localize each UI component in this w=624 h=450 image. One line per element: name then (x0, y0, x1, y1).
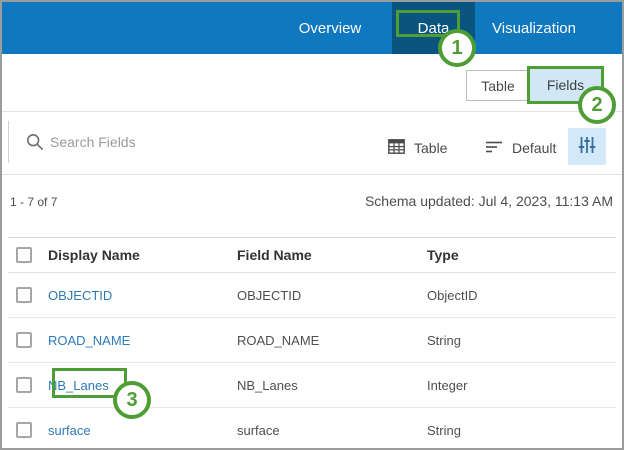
field-settings-button[interactable] (568, 128, 606, 165)
schema-updated-label: Schema updated: Jul 4, 2023, 11:13 AM (364, 193, 613, 209)
column-header-type: Type (427, 247, 459, 263)
search-left-rule (8, 121, 9, 163)
annotation-circle-1: 1 (438, 29, 476, 67)
field-display-name-link[interactable]: ROAD_NAME (48, 318, 130, 362)
field-name: NB_Lanes (237, 377, 298, 393)
field-name: ROAD_NAME (237, 332, 320, 348)
field-type: String (427, 332, 461, 348)
field-type: ObjectID (427, 287, 478, 303)
row-checkbox[interactable] (16, 332, 32, 348)
field-type: Integer (427, 377, 468, 393)
tab-visualization[interactable]: Visualization (475, 2, 593, 54)
field-display-name-link[interactable]: surface (48, 408, 91, 448)
field-name: OBJECTID (237, 287, 302, 303)
field-display-name-link[interactable]: OBJECTID (48, 273, 112, 317)
toggle-table-view[interactable]: Table (466, 70, 530, 101)
field-display-name-link[interactable]: NB_Lanes (48, 363, 109, 407)
table-header-row: Display Name Field Name Type (8, 238, 616, 273)
search-input[interactable] (50, 122, 350, 162)
annotation-circle-2: 2 (578, 86, 616, 124)
table-row-surface: surface surface String (8, 408, 616, 448)
search-icon (26, 133, 44, 156)
table-view-button[interactable]: Table (388, 128, 447, 168)
field-type: String (427, 422, 461, 438)
sliders-icon (577, 135, 597, 158)
row-checkbox[interactable] (16, 422, 32, 438)
select-all-checkbox[interactable] (16, 247, 32, 263)
table-row-road-name: ROAD_NAME ROAD_NAME String (8, 318, 616, 363)
arcgis-item-data-page: Overview Data Visualization 1 Table Fiel… (0, 0, 624, 450)
row-checkbox[interactable] (16, 287, 32, 303)
table-grid-icon (388, 139, 405, 157)
annotation-number-3: 3 (126, 388, 138, 411)
annotation-number-1: 1 (451, 36, 463, 59)
annotation-circle-3: 3 (113, 381, 151, 419)
sort-order-label: Default (512, 140, 557, 156)
sort-lines-icon (485, 140, 503, 157)
column-header-display-name: Display Name (48, 247, 140, 263)
record-count: 1 - 7 of 7 (10, 195, 58, 209)
table-row-objectid: OBJECTID OBJECTID ObjectID (8, 273, 616, 318)
top-nav-bar: Overview Data Visualization (2, 2, 622, 54)
column-header-field-name: Field Name (237, 247, 312, 263)
fields-table: Display Name Field Name Type OBJECTID OB… (8, 237, 616, 448)
divider-under-search (2, 174, 622, 175)
table-row-nb-lanes: NB_Lanes NB_Lanes Integer (8, 363, 616, 408)
table-view-label: Table (414, 140, 448, 156)
row-checkbox[interactable] (16, 377, 32, 393)
annotation-number-2: 2 (591, 93, 603, 116)
sort-order-button[interactable]: Default (485, 128, 556, 168)
tab-overview[interactable]: Overview (280, 2, 380, 54)
field-name: surface (237, 422, 280, 438)
divider-under-toggle (2, 111, 622, 112)
